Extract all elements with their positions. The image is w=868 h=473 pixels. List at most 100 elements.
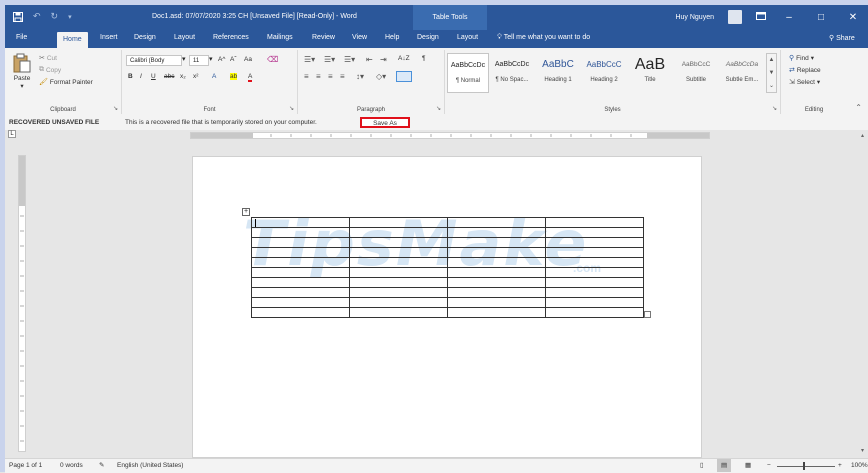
close-button[interactable]: ✕ (844, 12, 862, 23)
grow-font-button[interactable]: A^ (218, 56, 225, 63)
style-heading-2[interactable]: AaBbCcC Heading 2 (583, 53, 625, 93)
share-button[interactable]: ⚲ Share (829, 34, 855, 42)
user-name[interactable]: Huy Nguyen (675, 14, 714, 21)
align-right-icon[interactable]: ≡ (328, 72, 333, 81)
undo-icon[interactable]: ↶ (33, 11, 41, 22)
table-cell[interactable] (349, 287, 448, 298)
table-cell[interactable] (251, 217, 350, 228)
table-cell[interactable] (545, 287, 644, 298)
table-resize-handle[interactable] (644, 311, 651, 318)
shading-icon[interactable]: ◇▾ (376, 72, 386, 81)
zoom-level[interactable]: 100% (851, 459, 868, 472)
tab-selector-icon[interactable]: L (8, 130, 16, 138)
table-cell[interactable] (545, 227, 644, 238)
zoom-slider[interactable] (777, 466, 835, 467)
table-cell[interactable] (251, 247, 350, 258)
read-mode-icon[interactable]: ▯ (700, 459, 704, 472)
table-cell[interactable] (545, 307, 644, 318)
bullets-icon[interactable]: ☰▾ (304, 55, 315, 64)
bold-button[interactable]: B (128, 73, 133, 80)
styles-launcher-icon[interactable]: ↘ (772, 105, 777, 112)
table-cell[interactable] (349, 257, 448, 268)
increase-indent-icon[interactable]: ⇥ (380, 55, 387, 64)
tab-home[interactable]: Home (57, 32, 88, 48)
table-cell[interactable] (545, 237, 644, 248)
table-cell[interactable] (447, 237, 546, 248)
decrease-indent-icon[interactable]: ⇤ (366, 55, 373, 64)
table-cell[interactable] (349, 227, 448, 238)
save-as-button[interactable]: Save As (360, 117, 410, 128)
table-move-handle-icon[interactable]: + (242, 208, 250, 216)
table-cell[interactable] (251, 297, 350, 308)
table-cell[interactable] (349, 247, 448, 258)
styles-gallery-scroll[interactable]: ▲ ▼ ⌄ (766, 53, 777, 93)
table-cell[interactable] (447, 247, 546, 258)
copy-button[interactable]: ⧉ Copy (39, 66, 61, 74)
table-cell[interactable] (349, 297, 448, 308)
paste-button[interactable]: Paste ▾ (11, 53, 33, 90)
customize-qat-icon[interactable]: ▾ (68, 13, 72, 21)
numbering-icon[interactable]: ☰▾ (324, 55, 335, 64)
word-count[interactable]: 0 words (60, 459, 83, 472)
web-layout-icon[interactable]: ▦ (745, 459, 751, 472)
tab-help[interactable]: Help (385, 34, 399, 41)
show-formatting-button[interactable]: ¶ (422, 55, 426, 62)
cut-button[interactable]: ✂ Cut (39, 54, 57, 62)
table-cell[interactable] (251, 257, 350, 268)
justify-icon[interactable]: ≡ (340, 72, 345, 81)
language-indicator[interactable]: English (United States) (117, 459, 183, 472)
restore-button[interactable]: □ (812, 12, 830, 23)
font-launcher-icon[interactable]: ↘ (289, 105, 294, 112)
change-case-button[interactable]: Aa (244, 56, 252, 63)
font-color-button[interactable]: A (248, 73, 253, 82)
tab-layout[interactable]: Layout (174, 34, 195, 41)
replace-button[interactable]: ⇄ Replace (789, 66, 821, 74)
format-painter-button[interactable]: 🖌︎ Format Painter (39, 78, 93, 86)
tab-table-layout[interactable]: Layout (457, 34, 478, 41)
subscript-button[interactable]: x₂ (180, 73, 186, 80)
font-name-dropdown-icon[interactable]: ▾ (182, 55, 186, 63)
font-name-combo[interactable]: Calibri (Body (126, 55, 182, 66)
superscript-button[interactable]: x² (193, 73, 198, 80)
tab-file[interactable]: File (16, 34, 27, 41)
tab-view[interactable]: View (352, 34, 367, 41)
scroll-down-icon[interactable]: ▾ (861, 447, 864, 454)
table-cell[interactable] (447, 307, 546, 318)
style-normal[interactable]: AaBbCcDc ¶ Normal (447, 53, 489, 93)
table-cell[interactable] (447, 217, 546, 228)
table-cell[interactable] (251, 287, 350, 298)
tab-design[interactable]: Design (134, 34, 156, 41)
style-no-spacing[interactable]: AaBbCcDc ¶ No Spac... (491, 53, 533, 93)
scroll-up-icon[interactable]: ▴ (861, 132, 864, 139)
highlight-button[interactable]: ab (230, 73, 238, 80)
avatar[interactable] (728, 10, 742, 24)
table-cell[interactable] (447, 257, 546, 268)
table-cell[interactable] (251, 277, 350, 288)
style-subtle-emphasis[interactable]: AaBbCcDa Subtle Em... (721, 53, 763, 93)
paragraph-launcher-icon[interactable]: ↘ (436, 105, 441, 112)
horizontal-ruler[interactable] (190, 132, 710, 139)
document-table[interactable] (251, 217, 644, 318)
table-cell[interactable] (447, 227, 546, 238)
table-cell[interactable] (447, 287, 546, 298)
table-cell[interactable] (447, 267, 546, 278)
underline-button[interactable]: U (151, 73, 156, 80)
line-spacing-icon[interactable]: ↕▾ (356, 72, 364, 81)
select-button[interactable]: ⇲ Select ▾ (789, 78, 820, 86)
table-cell[interactable] (545, 297, 644, 308)
vertical-ruler[interactable] (18, 155, 26, 452)
tell-me-box[interactable]: 💡︎ Tell me what you want to do (497, 34, 590, 42)
zoom-out-button[interactable]: − (767, 459, 771, 472)
table-cell[interactable] (447, 297, 546, 308)
redo-icon[interactable]: ↻ (51, 11, 59, 22)
clear-formatting-icon[interactable]: ⌫ (267, 55, 278, 64)
tab-mailings[interactable]: Mailings (267, 34, 293, 41)
table-cell[interactable] (349, 217, 448, 228)
table-cell[interactable] (251, 267, 350, 278)
align-left-icon[interactable]: ≡ (304, 72, 309, 81)
font-size-dropdown-icon[interactable]: ▾ (209, 55, 213, 63)
table-cell[interactable] (251, 307, 350, 318)
zoom-slider-thumb[interactable] (803, 462, 805, 470)
minimize-button[interactable]: – (780, 12, 798, 23)
vertical-scrollbar[interactable]: ▴ ▾ (860, 130, 868, 456)
